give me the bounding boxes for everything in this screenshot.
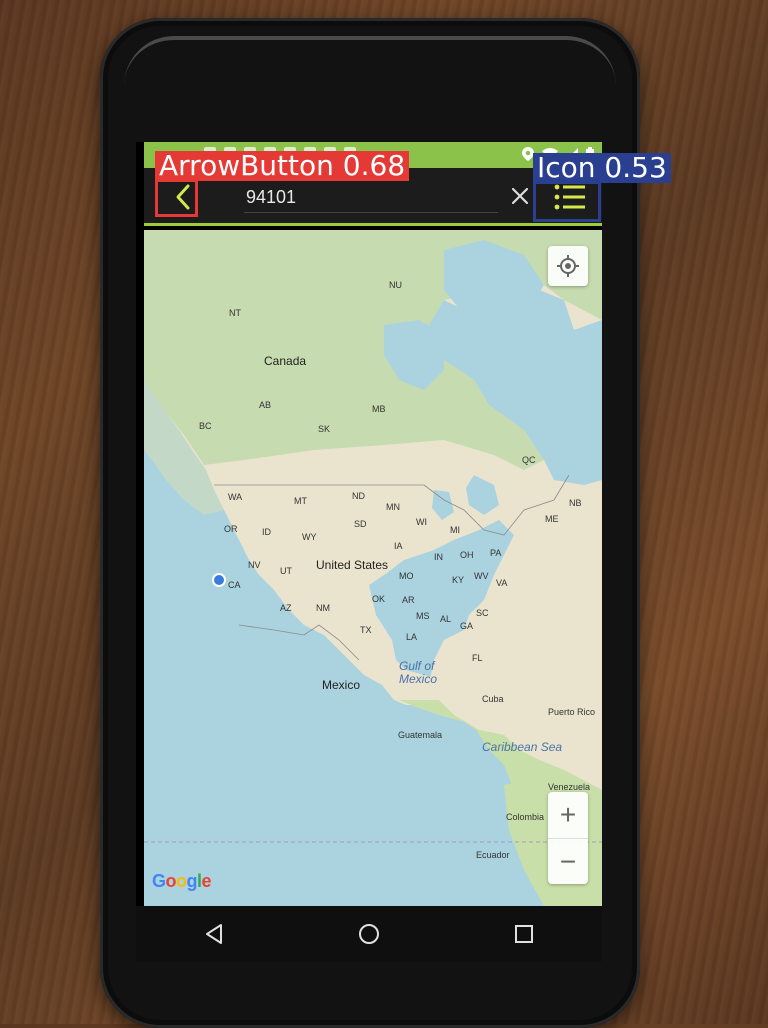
- zoom-controls: + −: [548, 792, 588, 884]
- map-label-id: ID: [262, 527, 271, 537]
- android-navigation-bar: [136, 906, 602, 962]
- map-label-ga: GA: [460, 621, 474, 631]
- zoom-in-button[interactable]: +: [548, 792, 588, 839]
- icon-detection-label: Icon 0.53: [533, 153, 671, 183]
- map-label-venezuela: Venezuela: [548, 782, 591, 792]
- map-label-sd: SD: [354, 519, 367, 529]
- map-label-ia: IA: [394, 541, 403, 551]
- map-label-la: LA: [406, 632, 418, 642]
- map-label-ut: UT: [280, 566, 292, 576]
- map-label-nv: NV: [248, 560, 261, 570]
- clear-search-button[interactable]: [506, 182, 534, 210]
- phone-screen: NU NT Canada AB MB BC SK QC NB ME WA MT …: [136, 142, 602, 906]
- map-label-nt: NU: [389, 280, 402, 290]
- map-label-ab: AB: [259, 400, 272, 410]
- map-label-colombia: Colombia: [506, 812, 545, 822]
- nav-back-button[interactable]: [194, 914, 234, 954]
- map-label-az: AZ: [280, 603, 292, 613]
- map-label-in: IN: [434, 552, 443, 562]
- triangle-back-icon: [205, 924, 222, 944]
- circle-home-icon: [358, 924, 379, 944]
- map-label-wi: WI: [416, 517, 427, 527]
- arrow-button-detection-box: [155, 179, 198, 217]
- map-label-cuba: Cuba: [482, 694, 504, 704]
- map-label-sc: SC: [476, 608, 489, 618]
- map-label-mo: MO: [399, 571, 414, 581]
- google-attribution-logo: Google: [152, 871, 212, 891]
- map-label-nm: NM: [316, 603, 330, 613]
- map-label-or: OR: [224, 524, 238, 534]
- map-label-va: VA: [496, 578, 508, 588]
- map-label-wa: WA: [228, 492, 243, 502]
- map-label-pa: PA: [490, 548, 502, 558]
- close-icon: [511, 187, 529, 205]
- map-label-ecuador: Ecuador: [476, 850, 510, 860]
- search-input[interactable]: [244, 182, 498, 213]
- map-label-nt: NT: [229, 308, 241, 318]
- map-label-wv: WV: [474, 571, 489, 581]
- my-location-button[interactable]: [548, 246, 588, 286]
- map-label-bc: BC: [199, 421, 212, 431]
- map-label-guatemala: Guatemala: [398, 730, 443, 740]
- map-label-united-states: United States: [316, 558, 389, 572]
- arrow-button-detection-label: ArrowButton 0.68: [155, 151, 410, 181]
- map-label-ar: AR: [402, 595, 415, 605]
- map-label-puerto-rico: Puerto Rico: [548, 707, 596, 717]
- map-label-mb: MB: [372, 404, 386, 414]
- zoom-out-button[interactable]: −: [548, 839, 588, 885]
- map-label-ky: KY: [452, 575, 465, 585]
- map-view[interactable]: NU NT Canada AB MB BC SK QC NB ME WA MT …: [144, 230, 602, 906]
- map-label-ms: MS: [416, 611, 430, 621]
- nav-home-button[interactable]: [349, 914, 389, 954]
- current-location-marker: [214, 575, 224, 585]
- map-label-mi: MI: [450, 525, 460, 535]
- map-label-ca: CA: [228, 580, 241, 590]
- map-label-gulf-of-mexico: Gulf of Mexico: [399, 659, 438, 686]
- phone-rim: [124, 36, 616, 100]
- map-label-me: ME: [545, 514, 559, 524]
- map-label-caribbean-sea: Caribbean Sea: [482, 740, 563, 754]
- map-label-ok: OK: [372, 594, 386, 604]
- map-label-wy: WY: [302, 532, 317, 542]
- square-recents-icon: [515, 925, 534, 943]
- map-label-nb: NB: [569, 498, 582, 508]
- map-label-sk: SK: [318, 424, 331, 434]
- map-label-mt: MT: [294, 496, 307, 506]
- map-label-mexico: Mexico: [322, 678, 361, 692]
- nav-recents-button[interactable]: [504, 914, 544, 954]
- map-label-oh: OH: [460, 550, 474, 560]
- map-label-canada: Canada: [264, 354, 307, 368]
- icon-detection-box: [533, 181, 601, 222]
- map-label-mn: MN: [386, 502, 400, 512]
- map-label-qc: QC: [522, 455, 536, 465]
- map-label-nd: ND: [352, 491, 365, 501]
- map-label-al: AL: [440, 614, 452, 624]
- crosshair-icon: [557, 255, 579, 277]
- map-label-tx: TX: [360, 625, 372, 635]
- map-label-fl: FL: [472, 653, 483, 663]
